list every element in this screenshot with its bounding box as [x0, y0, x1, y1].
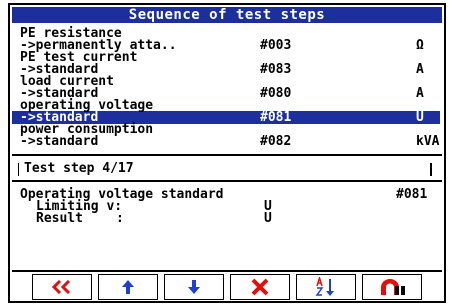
window: Sequence of test steps PE resistance ->p…: [8, 3, 446, 303]
window-title: Sequence of test steps: [12, 7, 442, 23]
arrow-down-icon: [188, 280, 200, 294]
delete-button[interactable]: [230, 274, 290, 300]
step-detail-panel: Operating voltage standard #081 Limiting…: [12, 183, 442, 268]
toolbar: [12, 274, 442, 300]
sort-button[interactable]: [296, 274, 356, 300]
divider: [12, 180, 442, 182]
result-separator: :: [116, 211, 124, 226]
move-down-button[interactable]: [164, 274, 224, 300]
sort-az-icon: [315, 277, 334, 296]
step-unit: kVA: [416, 134, 440, 149]
move-up-button[interactable]: [98, 274, 158, 300]
list-item[interactable]: power consumption ->standard #082 kVA: [12, 123, 442, 153]
step-code: #082: [260, 134, 292, 149]
step-mode: ->standard: [20, 134, 99, 149]
result-unit: U: [264, 211, 272, 226]
magnet-icon: [381, 279, 405, 295]
result-label: Result: [36, 211, 83, 226]
delete-icon: [251, 278, 269, 296]
arrow-up-icon: [122, 280, 134, 294]
detail-code: #081: [396, 187, 428, 202]
probe-button[interactable]: [362, 274, 422, 300]
test-step-counter: Test step 4/17: [24, 161, 134, 176]
divider: [12, 270, 442, 272]
status-line: Test step 4/17: [12, 159, 442, 179]
divider: [12, 154, 442, 156]
rewind-button[interactable]: [32, 274, 92, 300]
status-marker: [18, 163, 19, 176]
text-cursor: [430, 163, 432, 176]
test-step-list[interactable]: PE resistance ->permanently atta.. #003 …: [12, 27, 442, 152]
rewind-icon: [51, 280, 71, 294]
